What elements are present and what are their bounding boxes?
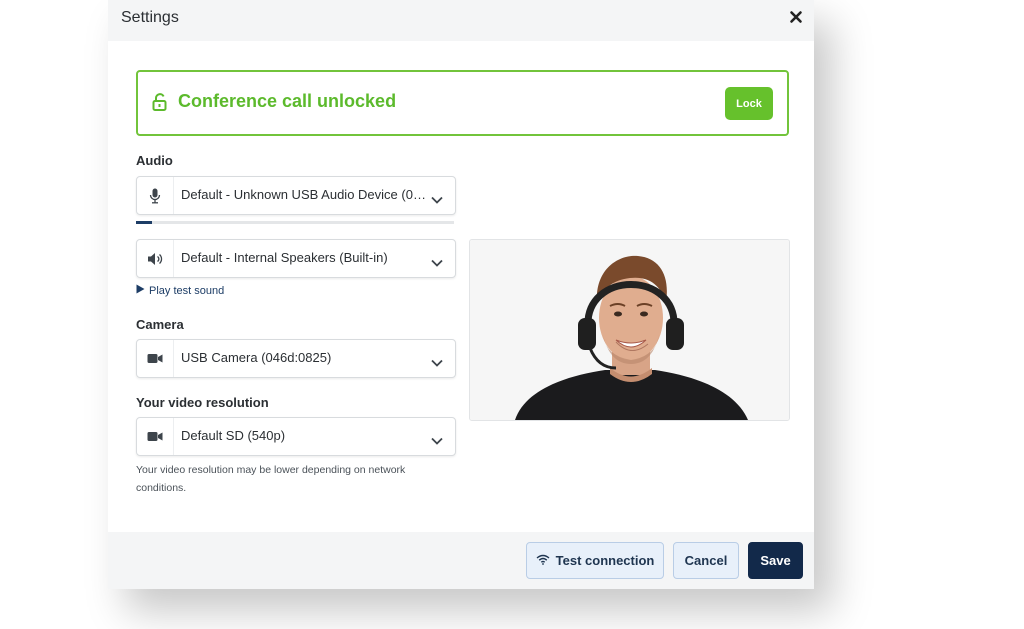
- lock-status-title: Conference call unlocked: [178, 91, 397, 111]
- settings-dialog: Settings Conference call unlocked Lock A…: [108, 0, 814, 589]
- play-test-sound-link[interactable]: Play test sound: [136, 284, 224, 297]
- microphone-value: Default - Unknown USB Audio Device (046d…: [181, 187, 431, 202]
- camera-icon: [137, 340, 174, 377]
- camera-select[interactable]: USB Camera (046d:0825): [136, 339, 456, 378]
- camera-label: Camera: [136, 317, 184, 332]
- speaker-icon: [137, 240, 174, 277]
- save-button[interactable]: Save: [748, 542, 803, 579]
- wifi-icon: [536, 553, 550, 568]
- chevron-down-icon: [431, 191, 443, 209]
- lock-status-banner: Conference call unlocked Lock: [136, 70, 789, 136]
- play-icon: [136, 284, 145, 297]
- test-connection-button[interactable]: Test connection: [526, 542, 664, 579]
- audio-label: Audio: [136, 153, 173, 168]
- dialog-header: Settings: [108, 0, 814, 41]
- mic-level-meter: [136, 221, 454, 224]
- chevron-down-icon: [431, 254, 443, 272]
- mic-level-fill: [136, 221, 152, 224]
- camera-preview-image: [470, 240, 789, 420]
- resolution-help-text: Your video resolution may be lower depen…: [136, 464, 406, 494]
- microphone-select[interactable]: Default - Unknown USB Audio Device (046d…: [136, 176, 456, 215]
- test-connection-label: Test connection: [555, 553, 655, 568]
- close-icon[interactable]: [788, 9, 804, 25]
- resolution-select[interactable]: Default SD (540p): [136, 417, 456, 456]
- resolution-value: Default SD (540p): [181, 428, 286, 443]
- speaker-value: Default - Internal Speakers (Built-in): [181, 250, 388, 265]
- chevron-down-icon: [431, 432, 443, 450]
- cancel-button[interactable]: Cancel: [673, 542, 739, 579]
- camera-preview: [469, 239, 790, 421]
- chevron-down-icon: [431, 354, 443, 372]
- unlock-icon: [152, 93, 168, 116]
- resolution-label: Your video resolution: [136, 395, 269, 410]
- dialog-title: Settings: [121, 9, 179, 26]
- camera-value: USB Camera (046d:0825): [181, 350, 332, 365]
- lock-button[interactable]: Lock: [725, 87, 773, 120]
- play-test-sound-label: Play test sound: [149, 284, 225, 297]
- dialog-footer: Test connection Cancel Save: [108, 532, 814, 589]
- camera-icon: [137, 418, 174, 455]
- speaker-select[interactable]: Default - Internal Speakers (Built-in): [136, 239, 456, 278]
- microphone-icon: [137, 177, 174, 214]
